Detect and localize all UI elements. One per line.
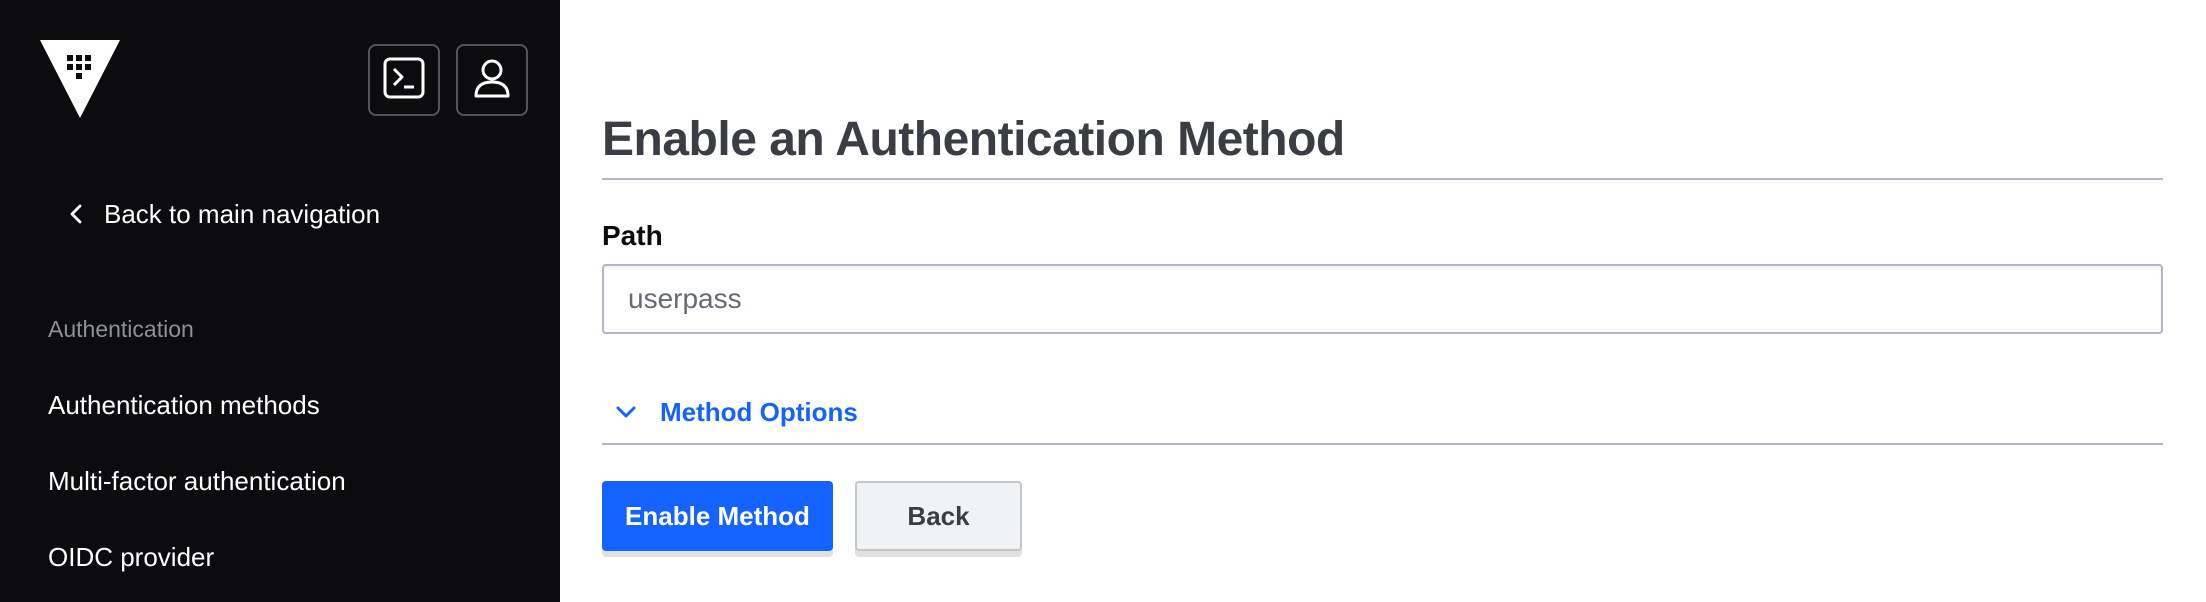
back-to-main-navigation-link[interactable]: Back to main navigation [62, 196, 380, 232]
enable-method-button[interactable]: Enable Method [602, 481, 833, 551]
section-label-authentication: Authentication [48, 316, 194, 342]
sidebar: Back to main navigation Authentication A… [0, 0, 560, 602]
sidebar-item-multi-factor-authentication[interactable]: Multi-factor authentication [48, 466, 346, 497]
user-menu-button[interactable] [456, 44, 528, 116]
title-divider [602, 178, 2163, 180]
page-title: Enable an Authentication Method [602, 113, 1345, 166]
back-button[interactable]: Back [855, 481, 1022, 551]
chevron-down-icon [612, 398, 640, 426]
chevron-left-icon [62, 199, 92, 229]
sidebar-item-oidc-provider[interactable]: OIDC provider [48, 542, 214, 573]
sidebar-item-authentication-methods[interactable]: Authentication methods [48, 390, 320, 421]
method-options-label: Method Options [660, 396, 858, 427]
terminal-icon [382, 56, 426, 105]
path-input[interactable] [602, 264, 2163, 334]
vault-logo-icon[interactable] [40, 40, 120, 118]
console-button[interactable] [368, 44, 440, 116]
method-options-toggle[interactable]: Method Options [612, 392, 858, 432]
path-label: Path [602, 220, 663, 251]
user-icon [470, 56, 514, 105]
back-link-label: Back to main navigation [104, 198, 381, 229]
options-divider [602, 443, 2163, 445]
